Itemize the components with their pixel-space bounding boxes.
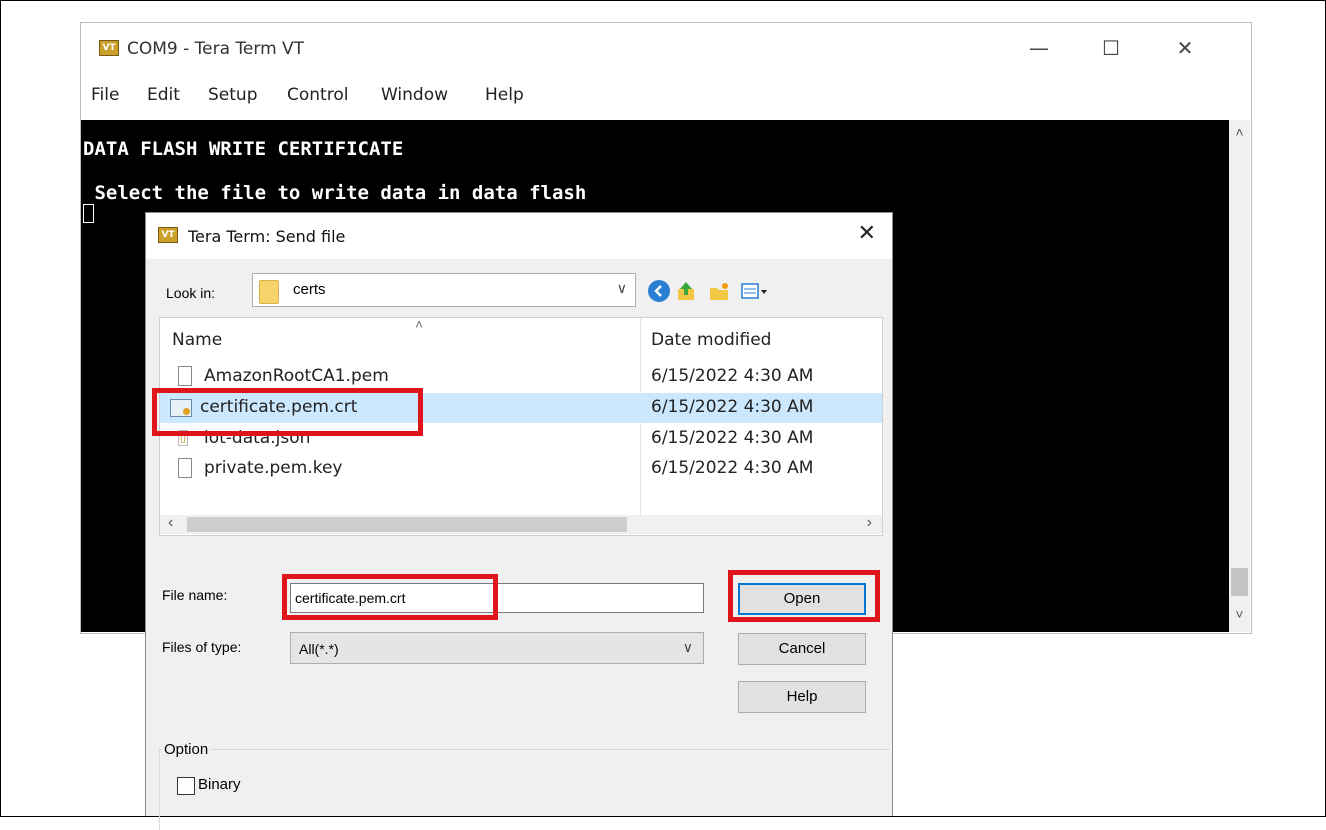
menu-window[interactable]: Window: [381, 85, 448, 105]
scroll-right-icon[interactable]: ›: [867, 514, 872, 532]
scrollbar-thumb[interactable]: [187, 517, 627, 532]
files-of-type-value: All(*.*): [299, 641, 339, 657]
option-group: [159, 749, 890, 830]
sort-ascending-icon: ˄: [415, 317, 424, 332]
file-row[interactable]: {} iot-data.json 6/15/2022 4:30 AM: [160, 424, 882, 454]
file-icon: [178, 366, 192, 386]
files-of-type-dropdown[interactable]: All(*.*) ∨: [290, 632, 704, 664]
menu-control[interactable]: Control: [287, 85, 348, 105]
file-icon: [178, 458, 192, 478]
terminal-line: DATA FLASH WRITE CERTIFICATE: [83, 138, 404, 160]
file-row[interactable]: AmazonRootCA1.pem 6/15/2022 4:30 AM: [160, 362, 882, 392]
scroll-left-icon[interactable]: ‹: [168, 514, 173, 532]
vt-logo-icon: VT: [99, 40, 119, 56]
json-file-icon: {}: [178, 430, 188, 446]
vt-logo-icon: VT: [158, 227, 178, 243]
up-folder-icon[interactable]: [676, 280, 698, 302]
dialog-title: Tera Term: Send file: [188, 227, 346, 246]
menu-edit[interactable]: Edit: [147, 85, 180, 105]
look-in-value: certs: [293, 281, 326, 298]
look-in-dropdown[interactable]: certs ∨: [252, 273, 636, 307]
chevron-down-icon: ∨: [616, 280, 627, 296]
vertical-scrollbar[interactable]: ˄ ˅: [1229, 120, 1250, 632]
column-header-name[interactable]: Name: [172, 330, 222, 350]
scroll-up-icon[interactable]: ˄: [1229, 124, 1250, 140]
terminal-cursor: [83, 204, 94, 223]
file-name-input[interactable]: certificate.pem.crt: [290, 583, 704, 613]
dialog-title-bar: VT Tera Term: Send file ✕: [146, 213, 892, 259]
files-of-type-label: Files of type:: [162, 639, 242, 655]
menu-help[interactable]: Help: [485, 85, 524, 105]
close-button[interactable]: ✕: [1165, 33, 1205, 63]
chevron-down-icon: ∨: [682, 639, 693, 655]
certificate-icon: [170, 399, 192, 417]
file-date: 6/15/2022 4:30 AM: [651, 458, 814, 478]
binary-label: Binary: [198, 776, 241, 793]
file-date: 6/15/2022 4:30 AM: [651, 397, 814, 417]
scroll-down-icon[interactable]: ˅: [1229, 606, 1250, 622]
file-date: 6/15/2022 4:30 AM: [651, 428, 814, 448]
back-icon[interactable]: [648, 280, 670, 302]
open-button[interactable]: Open: [738, 583, 866, 615]
file-list[interactable]: ˄ Name Date modified AmazonRootCA1.pem 6…: [159, 317, 883, 536]
help-button[interactable]: Help: [738, 681, 866, 713]
menu-file[interactable]: File: [91, 85, 119, 105]
minimize-button[interactable]: —: [1019, 33, 1059, 63]
file-name: iot-data.json: [204, 428, 311, 448]
send-file-dialog: VT Tera Term: Send file ✕ Look in: certs…: [145, 212, 893, 830]
dialog-close-icon[interactable]: ✕: [858, 221, 876, 246]
folder-icon: [259, 280, 279, 304]
menu-bar: File Edit Setup Control Window Help: [81, 79, 1251, 109]
file-date: 6/15/2022 4:30 AM: [651, 366, 814, 386]
look-in-label: Look in:: [166, 285, 216, 301]
horizontal-scrollbar[interactable]: ‹ ›: [160, 514, 882, 534]
scrollbar-thumb[interactable]: [1231, 568, 1248, 596]
terminal-line: Select the file to write data in data fl…: [83, 182, 587, 204]
maximize-button[interactable]: ☐: [1091, 33, 1131, 63]
file-row-selected[interactable]: certificate.pem.crt 6/15/2022 4:30 AM: [160, 393, 882, 423]
file-name: certificate.pem.crt: [200, 397, 358, 417]
file-row[interactable]: private.pem.key 6/15/2022 4:30 AM: [160, 454, 882, 484]
file-name: private.pem.key: [204, 458, 343, 478]
file-name-label: File name:: [162, 587, 228, 603]
window-title: COM9 - Tera Term VT: [127, 39, 305, 59]
file-name: AmazonRootCA1.pem: [204, 366, 389, 386]
column-header-date-modified[interactable]: Date modified: [651, 330, 771, 350]
menu-setup[interactable]: Setup: [208, 85, 257, 105]
option-group-label: Option: [162, 741, 211, 758]
view-menu-icon[interactable]: [740, 280, 770, 302]
cancel-button[interactable]: Cancel: [738, 633, 866, 665]
binary-checkbox[interactable]: [177, 777, 195, 795]
new-folder-icon[interactable]: [708, 280, 730, 302]
title-bar: VT COM9 - Tera Term VT — ☐ ✕: [81, 23, 1251, 73]
